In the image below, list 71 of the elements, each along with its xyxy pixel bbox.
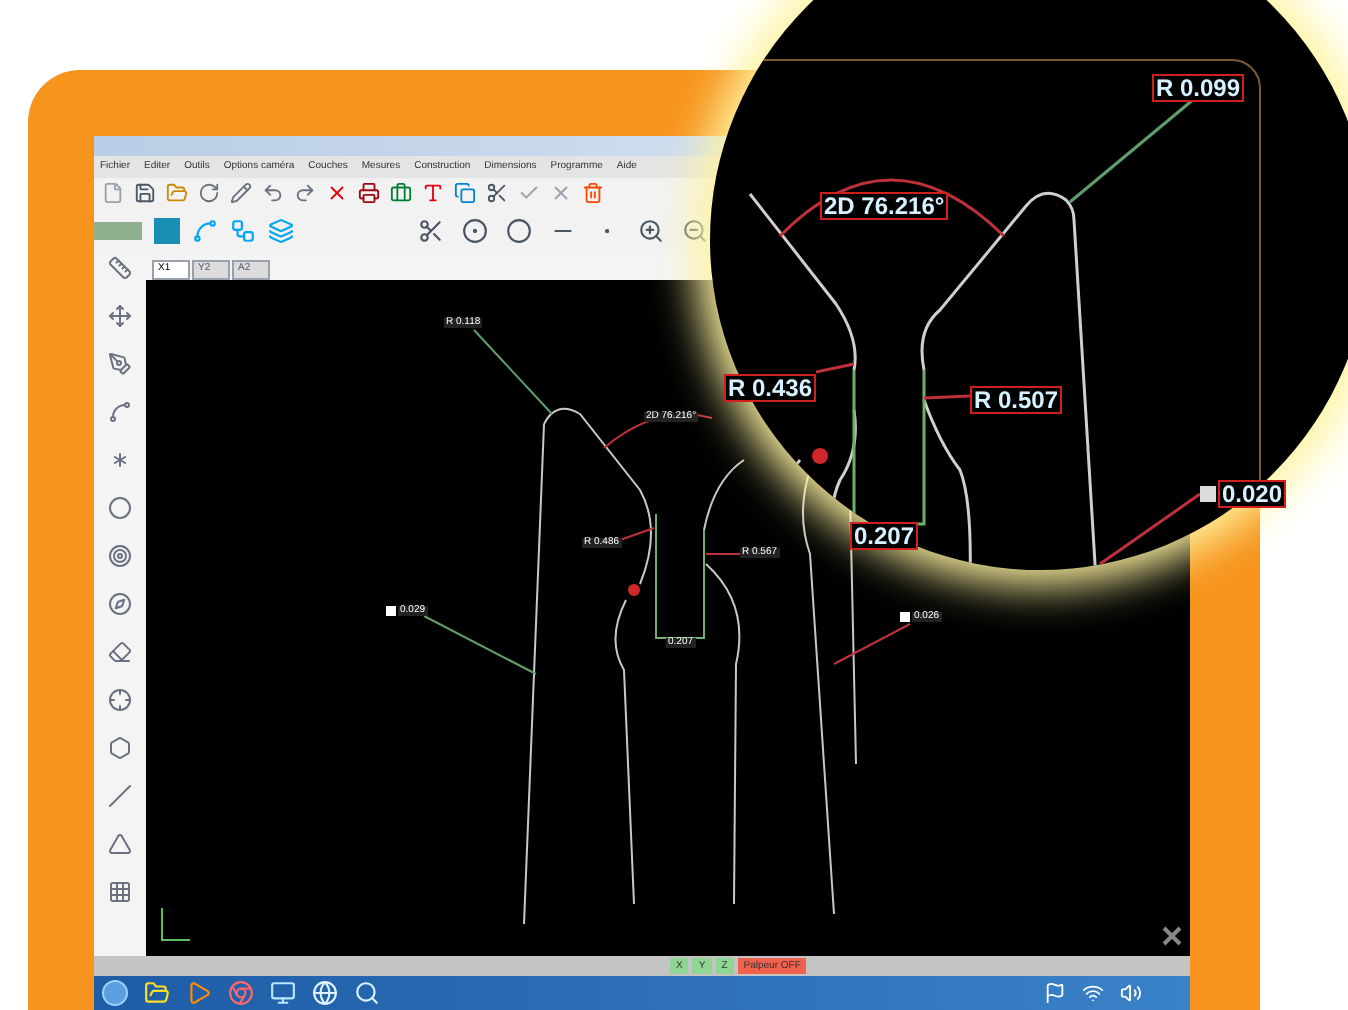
leader-line [619, 526, 655, 541]
zoom-out-icon[interactable] [682, 217, 708, 243]
slash-icon[interactable] [108, 784, 132, 808]
ruler-icon[interactable] [108, 256, 132, 280]
dimension-label: R 0.436 [724, 374, 817, 402]
move-icon[interactable] [108, 304, 132, 328]
zoom-in-icon[interactable] [638, 217, 664, 243]
scissors-icon[interactable] [418, 217, 444, 243]
nodes-icon[interactable] [230, 217, 256, 243]
toggle-button[interactable] [94, 221, 142, 239]
search-icon[interactable] [354, 980, 380, 1006]
compass-icon[interactable] [108, 592, 132, 616]
triangle-icon[interactable] [108, 832, 132, 856]
file-icon[interactable] [102, 182, 124, 204]
scissors-icon[interactable] [486, 182, 508, 204]
rotate-icon[interactable] [198, 182, 220, 204]
leader-line [833, 622, 911, 665]
cross-icon [1162, 925, 1182, 946]
leader-line [1099, 492, 1201, 566]
x-icon[interactable] [550, 182, 572, 204]
leader-line [923, 394, 971, 400]
marker-square [900, 611, 910, 622]
speaker-icon[interactable] [1120, 982, 1142, 1004]
groove-outline [655, 512, 705, 639]
marker-square [1200, 486, 1216, 502]
trash-icon[interactable] [582, 182, 604, 204]
folder-icon[interactable] [166, 182, 188, 204]
circle-icon[interactable] [108, 496, 132, 520]
save-icon[interactable] [134, 182, 156, 204]
circle-icon[interactable] [506, 217, 532, 243]
grid-icon[interactable] [108, 880, 132, 904]
asterisk-icon[interactable] [108, 448, 132, 472]
layers-icon[interactable] [268, 217, 294, 243]
curve-icon[interactable] [108, 400, 132, 424]
monitor-icon[interactable] [270, 980, 296, 1006]
copy-icon[interactable] [454, 182, 476, 204]
printer-icon[interactable] [358, 182, 380, 204]
leader-line [423, 614, 537, 675]
dimension-label: R 0.099 [1152, 74, 1245, 102]
axis-icon [161, 906, 191, 941]
browser-icon[interactable] [228, 980, 254, 1006]
x-icon[interactable] [326, 182, 348, 204]
undo-icon[interactable] [262, 182, 284, 204]
target-icon[interactable] [108, 544, 132, 568]
check-icon[interactable] [518, 182, 540, 204]
flag-icon[interactable] [1044, 982, 1066, 1004]
pen-icon[interactable] [108, 352, 132, 376]
leader-line [473, 328, 553, 415]
probe-point [812, 448, 828, 464]
dimension-label: 0.207 [850, 522, 919, 550]
mode-button[interactable] [154, 217, 180, 243]
briefcase-icon[interactable] [390, 182, 412, 204]
leader-line [815, 362, 855, 374]
dimension-label: R 0.507 [970, 386, 1063, 414]
circle-dot-icon[interactable] [462, 217, 488, 243]
network-icon[interactable] [1082, 982, 1104, 1004]
globe-icon[interactable] [312, 980, 338, 1006]
pencil-icon[interactable] [230, 182, 252, 204]
dimension-label: 0.020 [1218, 480, 1287, 508]
start-button[interactable] [102, 980, 128, 1006]
text-icon[interactable] [422, 182, 444, 204]
probe-point [628, 583, 640, 596]
eraser-icon[interactable] [108, 640, 132, 664]
crosshair-icon[interactable] [108, 688, 132, 712]
spline-icon[interactable] [192, 217, 218, 243]
hexagon-icon[interactable] [108, 736, 132, 760]
play-icon[interactable] [186, 980, 212, 1006]
dimension-label: 2D 76.216° [820, 192, 949, 220]
leader-line [705, 552, 741, 555]
redo-icon[interactable] [294, 182, 316, 204]
marker-square [386, 605, 396, 616]
